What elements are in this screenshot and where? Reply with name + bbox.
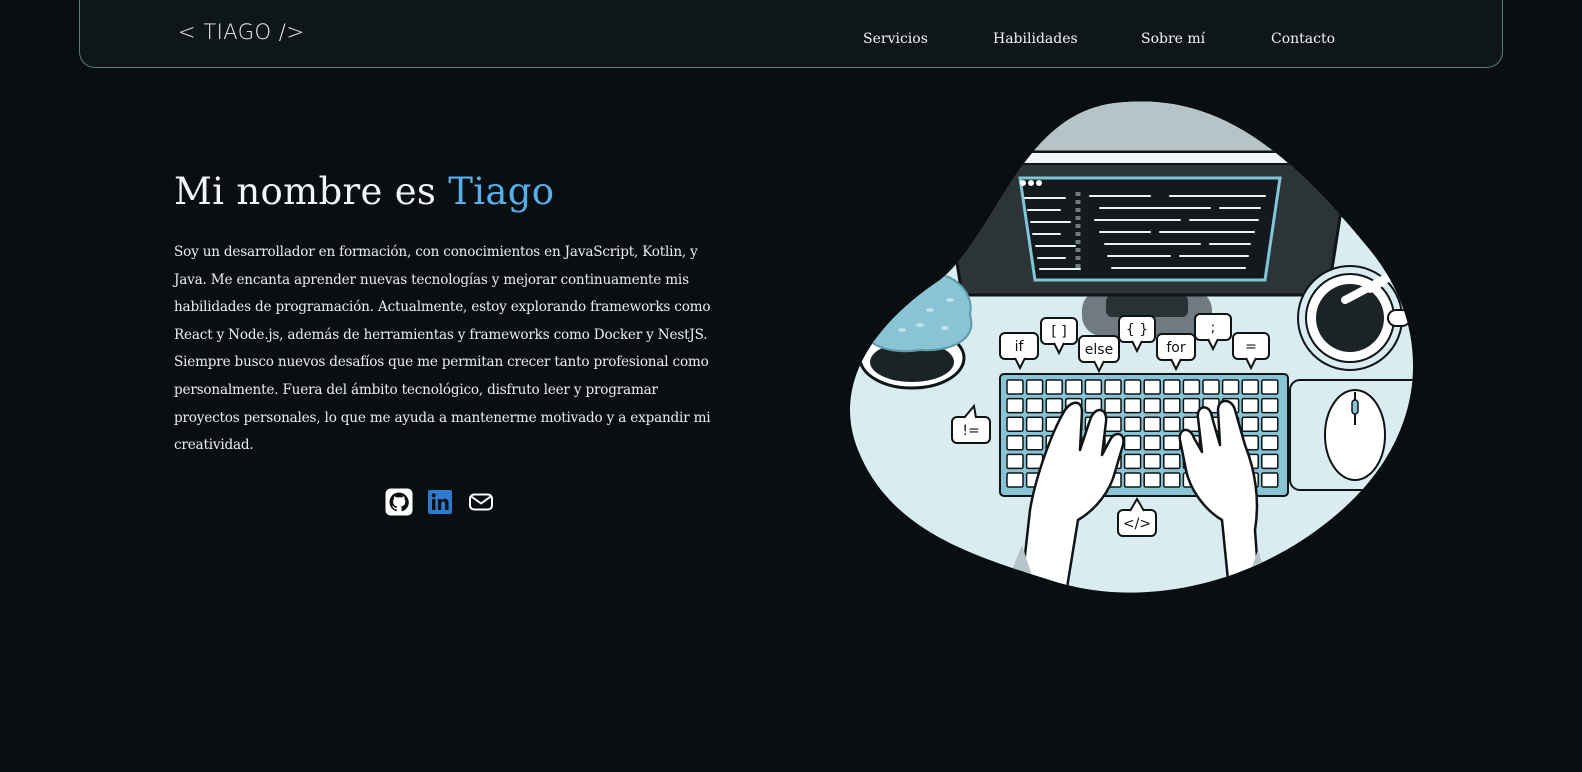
keyboard-key	[1261, 397, 1279, 414]
code-bubble-brackets-label: [ ]	[1051, 324, 1066, 340]
hero-title-name: Tiago	[448, 170, 555, 213]
keyboard-key	[1123, 453, 1142, 470]
keyboard-key	[1163, 416, 1181, 432]
keyboard-key	[1261, 472, 1279, 488]
code-bubble-tag-label: </>	[1123, 516, 1151, 532]
keyboard-key	[1084, 379, 1103, 395]
keyboard-key	[1163, 472, 1181, 488]
nav-link-contacto[interactable]: Contacto	[1271, 31, 1335, 47]
keyboard-key	[1163, 435, 1181, 451]
keyboard-key	[1143, 416, 1161, 432]
keyboard-key	[1025, 397, 1044, 414]
linkedin-link[interactable]	[425, 487, 454, 516]
code-bubble-equals-label: =	[1245, 339, 1257, 355]
code-bubble-not-equals-label: !=	[962, 423, 979, 439]
keyboard-key	[1143, 397, 1161, 414]
keyboard-key	[1163, 397, 1181, 414]
keyboard-key	[1143, 435, 1161, 451]
linkedin-icon	[427, 489, 452, 514]
keyboard-key	[1025, 379, 1044, 395]
keyboard-key	[1143, 472, 1161, 488]
keyboard-key	[1241, 397, 1259, 414]
keyboard-key	[1006, 453, 1024, 470]
code-bubble-if-label: if	[1015, 339, 1025, 355]
keyboard-key	[1006, 472, 1024, 488]
keyboard-key	[1182, 379, 1201, 395]
code-bubble-for-label: for	[1166, 340, 1185, 356]
keyboard-key	[1006, 435, 1024, 451]
keyboard-key	[1045, 379, 1063, 395]
nav-link-servicios[interactable]: Servicios	[863, 31, 928, 47]
logo[interactable]: < TIAGO />	[178, 20, 304, 44]
plant	[858, 272, 973, 390]
github-icon	[385, 488, 412, 515]
keyboard-key	[1241, 416, 1259, 432]
keyboard-key	[1104, 397, 1122, 414]
keyboard-key	[1143, 379, 1161, 395]
social-links	[384, 487, 495, 516]
keyboard-key	[1182, 397, 1201, 414]
code-bubble-else-label: else	[1085, 342, 1113, 358]
keyboard-key	[1025, 435, 1044, 451]
keyboard-key	[1261, 435, 1279, 451]
keyboard-key	[1221, 379, 1240, 395]
keyboard-key	[1123, 397, 1142, 414]
keyboard-key	[1143, 453, 1161, 470]
navbar: < TIAGO /> Servicios Habilidades Sobre m…	[79, 0, 1503, 68]
keyboard-key	[1123, 472, 1142, 488]
keyboard-key	[1241, 379, 1259, 395]
keyboard-key	[1261, 453, 1279, 470]
keyboard-key	[1123, 379, 1142, 395]
developer-illustration: if [ ] else { } for ; = != </>	[850, 101, 1414, 593]
keyboard-key	[1261, 379, 1279, 395]
hero-title: Mi nombre es Tiago	[174, 170, 554, 213]
mouse	[1289, 379, 1414, 491]
keyboard-key	[1104, 379, 1122, 395]
keyboard-key	[1261, 416, 1279, 432]
keyboard-key	[1163, 453, 1181, 470]
keyboard-key	[1045, 397, 1063, 414]
email-link[interactable]	[466, 487, 495, 516]
keyboard-key	[1163, 379, 1181, 395]
hero-title-prefix: Mi nombre es	[174, 170, 449, 213]
keyboard-key	[1006, 416, 1024, 432]
github-link[interactable]	[384, 487, 413, 516]
nav-link-habilidades[interactable]: Habilidades	[993, 31, 1078, 47]
keyboard-key	[1025, 416, 1044, 432]
keyboard-key	[1006, 397, 1024, 414]
hero-description: Soy un desarrollador en formación, con c…	[174, 244, 711, 454]
code-bubble-semicolon-label: ;	[1211, 320, 1216, 336]
keyboard-key	[1123, 416, 1142, 432]
keyboard-key	[1202, 379, 1220, 395]
nav-link-sobre-mi[interactable]: Sobre mí	[1141, 31, 1205, 47]
mail-icon	[468, 493, 493, 510]
keyboard-key	[1123, 435, 1142, 451]
keyboard-key	[1006, 379, 1024, 395]
code-bubble-braces-label: { }	[1126, 322, 1148, 338]
keyboard-key	[1065, 379, 1083, 395]
